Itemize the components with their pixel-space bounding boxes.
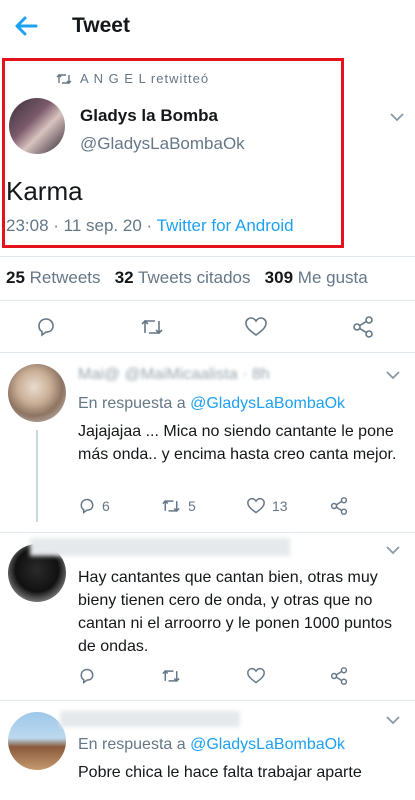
thread-line (36, 430, 38, 522)
divider (0, 352, 415, 353)
divider (0, 700, 415, 701)
tweet-stats: 25 Retweets 32 Tweets citados 309 Me gus… (6, 268, 368, 288)
quotes-stat[interactable]: 32 Tweets citados (115, 268, 251, 287)
page-title: Tweet (72, 14, 130, 37)
author-handle[interactable]: @GladysLaBombaOk (80, 134, 245, 154)
reply-author-blurred (30, 538, 290, 556)
retweet-icon (56, 73, 72, 84)
reply-actions (78, 667, 378, 691)
reply-author-blurred (60, 711, 240, 727)
retweet-icon[interactable] (139, 316, 165, 338)
reply-count: 6 (102, 498, 110, 514)
divider (0, 300, 415, 301)
avatar[interactable] (9, 98, 65, 154)
chevron-down-icon[interactable] (389, 112, 405, 122)
reply-mention[interactable]: @GladysLaBombaOk (190, 736, 345, 753)
top-bar: Tweet (0, 0, 415, 52)
tweet-actions (0, 312, 415, 342)
reply-like-button[interactable]: 13 (246, 497, 288, 515)
like-icon (247, 497, 265, 514)
retweet-icon (162, 500, 180, 512)
reply-text: Pobre chica le hace falta trabajar apart… (78, 764, 362, 781)
tweet-timestamp: 23:08 · 11 sep. 20 · (6, 216, 157, 235)
tweet-meta: 23:08 · 11 sep. 20 · Twitter for Android (6, 216, 294, 236)
reply-share-button[interactable] (330, 667, 348, 685)
chevron-down-icon[interactable] (385, 370, 401, 380)
back-arrow-icon[interactable] (10, 10, 42, 42)
chevron-down-icon[interactable] (385, 715, 401, 725)
reply-reply-button[interactable]: 6 (78, 497, 110, 515)
retweeted-by[interactable]: A N G E L retwitteó (56, 71, 209, 86)
reply-reply-button[interactable] (78, 667, 96, 685)
reply-retweet-button[interactable]: 5 (160, 497, 196, 515)
reply-like-button[interactable] (246, 667, 266, 685)
author-name[interactable]: Gladys la Bomba (80, 106, 218, 126)
reply-avatar[interactable] (8, 712, 66, 770)
reply-text: Jajajajaa ... Mica no siendo cantante le… (78, 423, 397, 463)
reply-icon[interactable] (35, 316, 57, 338)
like-count: 13 (272, 498, 288, 514)
reply-author[interactable]: Mai@ @MaiMicaalista · 8h (78, 366, 270, 384)
retweets-stat[interactable]: 25 Retweets (6, 268, 101, 287)
reply-retweet-button[interactable] (160, 667, 182, 685)
retweet-count: 5 (188, 498, 196, 514)
divider (0, 256, 415, 257)
like-icon (247, 667, 265, 684)
tweet-source[interactable]: Twitter for Android (157, 216, 294, 235)
reply-share-button[interactable] (330, 497, 348, 515)
reply-mention[interactable]: @GladysLaBombaOk (190, 395, 345, 412)
chevron-down-icon[interactable] (385, 545, 401, 555)
share-icon[interactable] (352, 316, 374, 338)
reply-context: En respuesta a @GladysLaBombaOk (78, 736, 346, 753)
reply-icon (80, 668, 94, 685)
reply-context: En respuesta a @GladysLaBombaOk (78, 395, 346, 412)
divider (0, 532, 415, 533)
retweeted-by-label: A N G E L retwitteó (80, 71, 210, 86)
reply-actions: 6 5 13 (78, 497, 378, 521)
tweet-text: Karma (6, 176, 83, 206)
reply-text: Hay cantantes que cantan bien, otras muy… (78, 569, 392, 655)
share-icon (330, 667, 348, 685)
like-icon[interactable] (244, 316, 268, 338)
reply-avatar[interactable] (8, 364, 66, 422)
reply-icon (80, 498, 94, 515)
share-icon (330, 497, 348, 515)
likes-stat[interactable]: 309 Me gusta (265, 268, 368, 287)
retweet-icon (162, 670, 180, 682)
